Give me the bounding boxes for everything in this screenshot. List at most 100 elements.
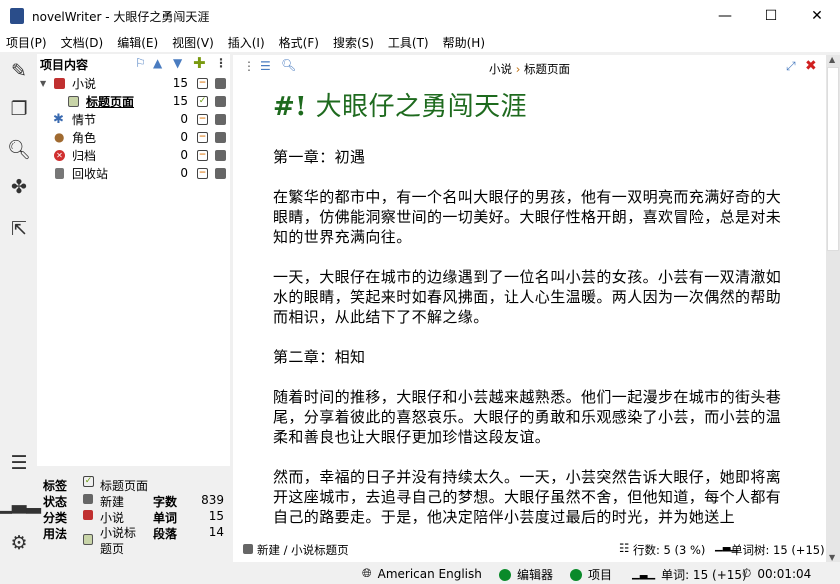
plugin-icon[interactable]: ✤ [8,176,30,198]
move-down-icon[interactable]: ▼ [173,56,182,70]
add-item-icon[interactable]: ✚ [193,54,206,72]
project-status-label: 项目 [588,568,613,582]
tree-item-label: 标题页面 [86,94,135,109]
menu-format[interactable]: 格式(F) [279,34,319,51]
move-up-icon[interactable]: ▲ [153,56,162,70]
document-content[interactable]: #! 大眼仔之勇闯天涯 第一章：初遇 在繁华的都市中，有一个名叫大眼仔的男孩，他… [273,90,789,547]
usage-value: 小说标题页 [100,526,137,556]
search-icon[interactable]: 🔍︎ [7,138,31,161]
chars-value: 839 [201,493,224,507]
paragraph: 第二章：相知 [273,348,366,366]
editor-header: ⋮ ☰ 🔍︎ 小说 › 标题页面 ⤢ ✖ [233,55,826,81]
menu-view[interactable]: 视图(V) [172,34,214,51]
heading-text: 大眼仔之勇闯天涯 [315,92,527,122]
globe-icon: 🌐︎ [362,566,372,580]
stats-icon[interactable]: ▁▃▂ [0,492,41,514]
outline-icon[interactable]: ☰ [8,452,30,474]
checked-icon: ✓ [197,95,208,107]
bookmark-icon[interactable]: ⚐ [135,56,146,70]
menu-project[interactable]: 项目(P) [6,34,47,51]
window-title: novelWriter - 大眼仔之勇闯天涯 [32,9,210,24]
status-value: 新建 [100,495,125,509]
maximize-button[interactable]: ☐ [748,0,794,32]
tree-item-novel[interactable]: ▼ 小说 15 − [37,74,230,92]
breadcrumb-title-page: 标题页面 [523,62,570,76]
lines-icon: ☷ [619,541,630,555]
language-label: American English [377,566,482,581]
menu-help[interactable]: 帮助(H) [443,34,485,51]
novel-view-icon[interactable]: ❐ [8,98,30,120]
word-count: 0 [180,130,188,144]
minimize-button[interactable]: — [702,0,748,32]
label-usage: 用法 [43,527,68,541]
more-options-icon[interactable]: ⋮ [215,56,227,70]
label-tag: 标签 [43,479,68,493]
menu-edit[interactable]: 编辑(E) [117,34,158,51]
word-count: 0 [180,148,188,162]
novel-root-icon [54,77,65,89]
paragraph: 随着时间的推移，大眼仔和小芸越来越熟悉。他们一起漫步在城市的街头巷尾，分享着彼此… [273,388,782,446]
tree-item-characters[interactable]: ● 角色 0 − [37,128,230,146]
document-icon [68,95,79,107]
tree-item-plot[interactable]: ✱ 情节 0 − [37,110,230,128]
document-heading: #! 大眼仔之勇闯天涯 [273,90,789,124]
session-time: ⏱︎ 00:01:04 [742,566,811,581]
menu-insert[interactable]: 插入(I) [228,34,265,51]
tree-item-archive[interactable]: ✕ 归档 0 − [37,146,230,164]
editor-scrollbar[interactable]: ▲ ▼ [826,55,840,562]
importance-icon [215,131,226,143]
tree-item-trash[interactable]: 回收站 0 − [37,164,230,182]
settings-gear-icon[interactable]: ⚙ [8,532,30,554]
plot-icon: ✱ [53,111,64,127]
edit-icon[interactable]: ✎ [8,60,30,82]
sidebar: ✎ ❐ 🔍︎ ✤ ⇱ ☰ ▁▃▂ ⚙ [0,52,41,562]
status-square-icon [83,494,93,504]
word-count: 15 [172,94,188,108]
project-saved-icon [570,568,582,581]
focus-mode-icon[interactable]: ⤢ [786,59,796,74]
editor-status-label: 编辑器 [517,568,554,582]
close-document-icon[interactable]: ✖ [805,58,817,74]
tag-value: 标题页面 [100,479,149,493]
word-count-tree: 单词树: 15 (+15) [731,543,825,557]
document-icon [83,534,93,545]
language-status[interactable]: 🌐︎ American English [362,566,482,581]
tree-header: 项目内容 ⚐ ▲ ▼ ✚ ⋮ [37,54,230,74]
label-paragraphs: 段落 [153,527,178,541]
word-count: 15 [172,76,188,90]
importance-icon [215,77,226,89]
tree-item-label: 小说 [72,76,97,91]
scroll-up-icon[interactable]: ▲ [829,55,835,64]
menu-document[interactable]: 文档(D) [61,34,104,51]
timer-icon: ⏱︎ [742,566,752,580]
label-words: 单词 [153,511,178,525]
character-icon: ● [54,130,65,144]
breadcrumb-novel: 小说 [489,62,513,76]
tree-item-title-page[interactable]: 标题页面 15 ✓ [37,92,230,110]
item-details-panel: 标签 ✓ 标题页面 状态 新建 分类 小说 用法 小说标题页 字数 839 单词… [37,470,230,562]
scroll-down-icon[interactable]: ▼ [829,553,835,562]
tree-title: 项目内容 [40,57,89,72]
app-logo-icon [10,8,24,24]
trash-icon [55,167,64,179]
scrollbar-thumb[interactable] [827,67,839,251]
tree-item-label: 角色 [72,130,97,145]
paragraph: 在繁华的都市中，有一个名叫大眼仔的男孩，他有一双明亮而充满好奇的大眼睛，仿佛能洞… [273,188,782,246]
menu-tools[interactable]: 工具(T) [388,34,429,51]
tree-item-label: 回收站 [72,166,109,181]
paragraphs-value: 14 [208,525,224,539]
class-value: 小说 [100,511,125,525]
export-icon[interactable]: ⇱ [8,218,30,240]
line-count: 行数: 5 (3 %) [633,543,706,557]
close-button[interactable]: ✕ [794,0,840,32]
paragraph: 然而，幸福的日子并没有持续太久。一天，小芸突然告诉大眼仔，她即将离开这座城市，去… [273,468,782,526]
project-tree: 项目内容 ⚐ ▲ ▼ ✚ ⋮ ▼ 小说 15 − 标题页面 15 ✓ ✱ 情节 … [37,54,230,466]
document-editor[interactable]: ⋮ ☰ 🔍︎ 小说 › 标题页面 ⤢ ✖ #! 大眼仔之勇闯天涯 第一章：初遇 … [233,55,826,562]
breadcrumb-separator: › [515,62,521,76]
expand-arrow-icon[interactable]: ▼ [40,79,46,88]
menu-search[interactable]: 搜索(S) [333,34,374,51]
status-bar: 🌐︎ American English 编辑器 项目 ▁▃▁ 单词: 15 (+15… [0,562,840,584]
document-status: 新建 / 小说标题页 [257,543,349,557]
editor-saved-icon [499,568,511,581]
label-chars: 字数 [153,495,178,509]
